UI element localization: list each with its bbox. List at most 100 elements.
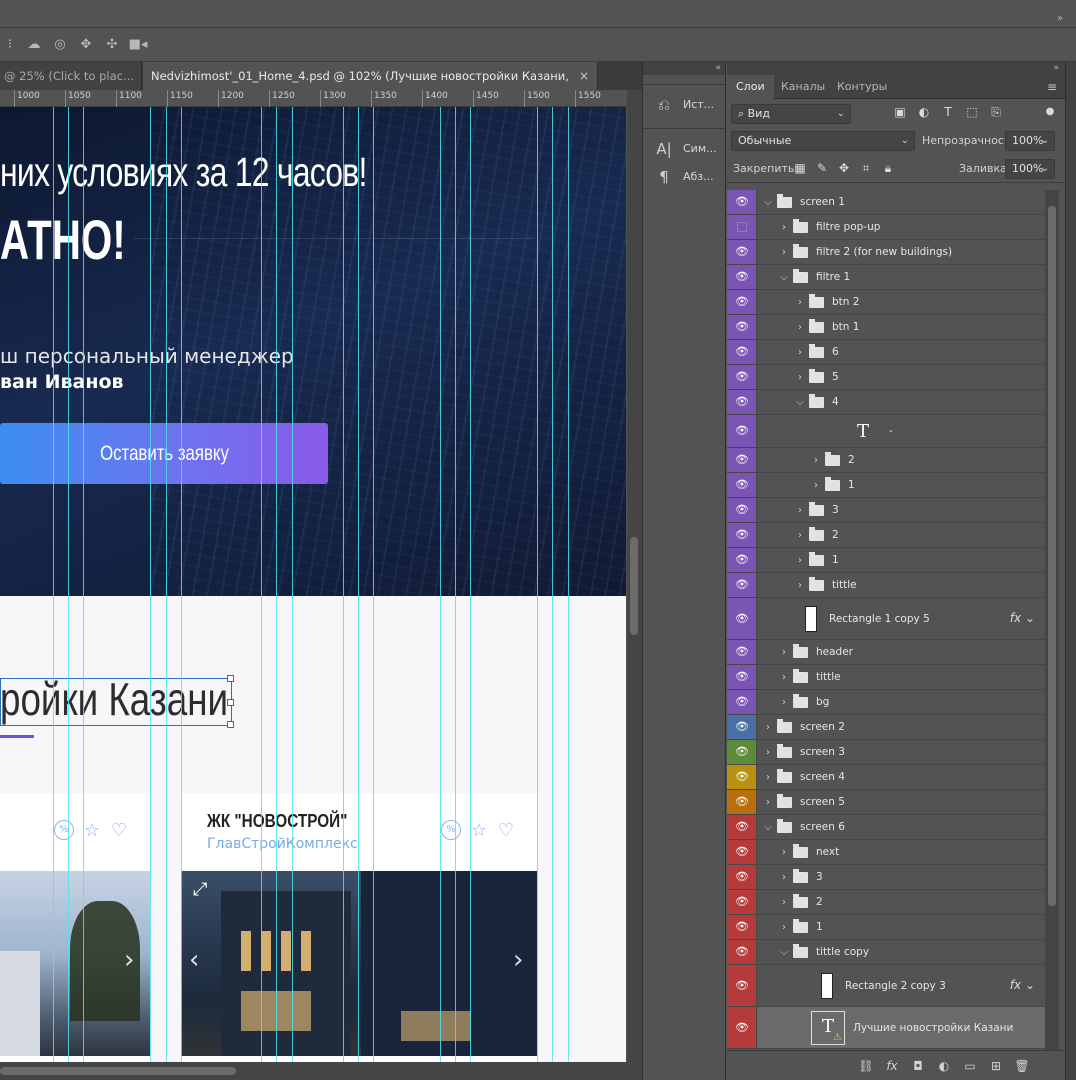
doc-tab-inactive[interactable]: @ 25% (Click to plac...	[0, 62, 142, 90]
shape-filter-icon[interactable]: ⬚	[963, 103, 981, 121]
chevron-right-icon[interactable]: ›	[777, 847, 791, 858]
fx-icon[interactable]: fx	[883, 1057, 901, 1075]
canvas-horizontal-scrollbar[interactable]	[0, 1062, 642, 1080]
fx-icon[interactable]: fx ⌄	[1010, 611, 1035, 625]
visibility-toggle[interactable]: 👁︎	[727, 365, 757, 389]
visibility-toggle[interactable]: 👁︎	[727, 840, 757, 864]
collapse-panels-icon[interactable]: »	[1050, 10, 1070, 28]
chevron-right-icon[interactable]: ›	[777, 697, 791, 708]
layer-row[interactable]: 👁︎ › 1	[727, 473, 1045, 498]
visibility-toggle[interactable]: 👁︎	[727, 765, 757, 789]
chevron-right-icon[interactable]: ›	[777, 872, 791, 883]
chevron-right-icon[interactable]: ›	[761, 722, 775, 733]
layer-row[interactable]: 👁︎ Rectangle 2 copy 3 fx ⌄	[727, 965, 1045, 1007]
prev-arrow-icon[interactable]: ‹	[189, 945, 199, 975]
percent-badge-icon[interactable]: %	[441, 820, 461, 840]
visibility-toggle[interactable]: 👁︎	[727, 498, 757, 522]
layer-row[interactable]: 👁︎ › screen 5	[727, 790, 1045, 815]
layer-row[interactable]: 👁︎ › screen 2	[727, 715, 1045, 740]
layer-row[interactable]: 👁︎ ⌵ tittle copy	[727, 940, 1045, 965]
visibility-toggle[interactable]: 👁︎	[727, 865, 757, 889]
panel-menu-icon[interactable]: ≡	[1047, 75, 1057, 99]
collapse-icon[interactable]: «	[643, 62, 725, 75]
close-icon[interactable]: ×	[579, 62, 589, 90]
add-mask-icon[interactable]: ◘	[909, 1057, 927, 1075]
visibility-toggle[interactable]: 👁︎	[727, 640, 757, 664]
scroll-thumb[interactable]	[1048, 206, 1056, 906]
visibility-toggle[interactable]: 👁︎	[727, 390, 757, 414]
visibility-toggle[interactable]: 👁︎	[727, 665, 757, 689]
scroll-thumb[interactable]	[0, 1067, 236, 1075]
fx-icon[interactable]: fx ⌄	[1010, 978, 1035, 992]
percent-badge-icon[interactable]: %	[54, 820, 74, 840]
chevron-down-icon[interactable]: ⌵	[761, 197, 775, 208]
chevron-down-icon[interactable]: ⌵	[761, 822, 775, 833]
chevron-right-icon[interactable]: ›	[761, 747, 775, 758]
visibility-toggle[interactable]: 👁︎	[727, 473, 757, 497]
layer-row[interactable]: 👁︎ › 2	[727, 448, 1045, 473]
layer-row[interactable]: 👁︎ › 2	[727, 523, 1045, 548]
layer-row[interactable]: 👁︎ › 1	[727, 915, 1045, 940]
visibility-toggle[interactable]: 👁︎	[727, 340, 757, 364]
visibility-toggle[interactable]: 👁︎	[727, 740, 757, 764]
layer-row[interactable]: 👁︎ › header	[727, 640, 1045, 665]
chevron-down-icon[interactable]: ⌵	[777, 272, 791, 283]
layer-row[interactable]: 👁︎ ⌵ screen 1	[727, 190, 1045, 215]
chevron-right-icon[interactable]: ›	[793, 297, 807, 308]
chevron-right-icon[interactable]: ›	[777, 247, 791, 258]
tab-channels[interactable]: Каналы	[772, 75, 834, 99]
panel-paragraph[interactable]: ¶ Абз...	[643, 163, 725, 191]
lock-artboard-icon[interactable]: ⌗	[857, 159, 875, 177]
scroll-thumb[interactable]	[630, 537, 638, 635]
visibility-toggle[interactable]: 👁︎	[727, 1007, 757, 1048]
link-layers-icon[interactable]: ⛓	[857, 1057, 875, 1075]
layer-row[interactable]: 👁︎ › screen 3	[727, 740, 1045, 765]
chevron-right-icon[interactable]: ›	[777, 647, 791, 658]
transform-handle[interactable]	[227, 721, 234, 728]
layer-row[interactable]: 👁︎ › 1	[727, 548, 1045, 573]
layer-row[interactable]: 👁︎ › next	[727, 840, 1045, 865]
layer-row[interactable]: 👁︎ T ⚠ Лучшие новостройки Казани	[727, 1007, 1045, 1049]
visibility-toggle[interactable]: 👁︎	[727, 523, 757, 547]
chevron-right-icon[interactable]: ›	[809, 480, 823, 491]
chevron-right-icon[interactable]: ›	[777, 897, 791, 908]
visibility-toggle[interactable]: 👁︎	[727, 940, 757, 964]
pixel-filter-icon[interactable]: ▣	[891, 103, 909, 121]
property-card[interactable]: ЖК "НОВОСТРОЙ" ГлавСтройКомплекс % ☆ ♡ ⤢…	[181, 793, 537, 1062]
heart-icon[interactable]: ♡	[495, 820, 517, 842]
visibility-toggle[interactable]: 👁︎	[727, 573, 757, 597]
lock-position-icon[interactable]: ✥	[835, 159, 853, 177]
chevron-right-icon[interactable]: ›	[761, 772, 775, 783]
layer-row[interactable]: 👁︎ Rectangle 1 copy 5 fx ⌄	[727, 598, 1045, 640]
visibility-toggle[interactable]: 👁︎	[727, 690, 757, 714]
heart-icon[interactable]: ♡	[108, 820, 130, 842]
transform-handle[interactable]	[227, 699, 234, 706]
visibility-toggle[interactable]: 👁︎	[727, 548, 757, 572]
scale-3d-icon[interactable]: ■◂	[128, 36, 148, 54]
layer-row[interactable]: 👁︎ T -	[727, 415, 1045, 448]
chevron-right-icon[interactable]: ›	[793, 347, 807, 358]
layer-row[interactable]: 👁︎ › filtre 2 (for new buildings)	[727, 240, 1045, 265]
adjustment-filter-icon[interactable]: ◐	[915, 103, 933, 121]
layer-row[interactable]: 👁︎ ⌵ 4	[727, 390, 1045, 415]
trash-icon[interactable]: 🗑︎	[1013, 1057, 1031, 1075]
panel-history[interactable]: ⎌ Ист...	[643, 91, 725, 119]
dots-icon[interactable]: ⁝	[0, 36, 20, 54]
chevron-right-icon[interactable]: ›	[793, 322, 807, 333]
property-card[interactable]: % ☆ ♡ ›	[0, 793, 150, 1062]
visibility-toggle[interactable]: 👁︎	[727, 815, 757, 839]
layer-row[interactable]: 👁︎ › 5	[727, 365, 1045, 390]
adjustment-layer-icon[interactable]: ◐	[935, 1057, 953, 1075]
star-icon[interactable]: ☆	[81, 820, 103, 842]
new-layer-icon[interactable]: ⊞	[987, 1057, 1005, 1075]
chevron-right-icon[interactable]: ›	[793, 555, 807, 566]
visibility-toggle[interactable]: 👁︎	[727, 315, 757, 339]
doc-tab-active[interactable]: Nedvizhimost'_01_Home_4.psd @ 102% (Лучш…	[143, 62, 598, 111]
layer-row[interactable]: 👁︎ › btn 1	[727, 315, 1045, 340]
visibility-toggle[interactable]: 👁︎	[727, 265, 757, 289]
layer-row[interactable]: › filtre pop-up	[727, 215, 1045, 240]
lock-transparent-icon[interactable]: ▦	[791, 159, 809, 177]
chevron-right-icon[interactable]: ›	[777, 222, 791, 233]
chevron-right-icon[interactable]: ›	[793, 372, 807, 383]
slide-3d-icon[interactable]: ✣	[102, 36, 122, 54]
